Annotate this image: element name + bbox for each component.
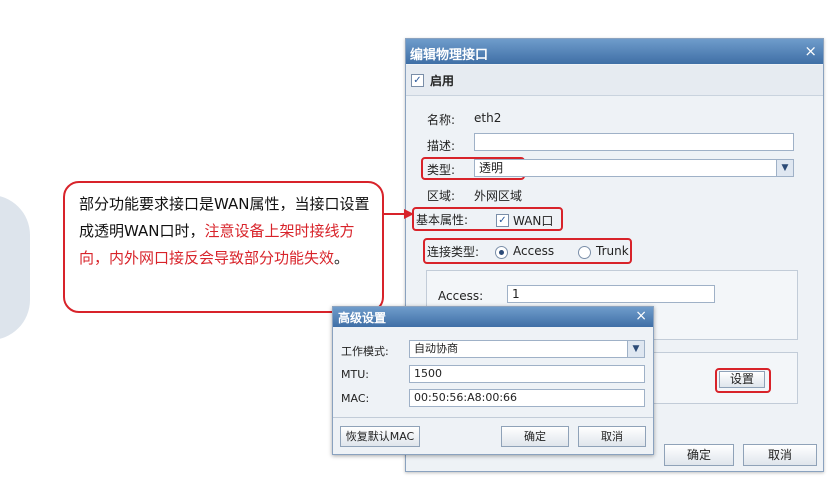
enable-label: 启用	[430, 74, 455, 88]
description-input[interactable]	[474, 133, 794, 151]
type-label: 类型:	[427, 163, 456, 177]
access-vlan-input[interactable]: 1	[507, 285, 715, 303]
close-icon[interactable]: ×	[635, 308, 647, 324]
name-label: 名称:	[427, 113, 456, 127]
basic-attr-label: 基本属性:	[416, 213, 469, 227]
access-radio[interactable]	[495, 246, 508, 259]
mac-label: MAC:	[341, 392, 370, 405]
callout-arrow	[384, 209, 414, 219]
background-decoration	[0, 195, 30, 340]
mac-input[interactable]: 00:50:56:A8:00:66	[409, 389, 645, 407]
access-label: Access:	[438, 289, 484, 303]
enable-row: ✓ 启用	[406, 65, 823, 96]
type-select-value: 透明	[479, 161, 504, 175]
wan-checkbox[interactable]: ✓	[496, 214, 509, 227]
description-label: 描述:	[427, 139, 456, 153]
callout-text: 部分功能要求接口是WAN属性，当接口设置成透明WAN口时，注意设备上架时接线方向…	[79, 191, 379, 272]
work-mode-select[interactable]: 自动协商 ▼	[409, 340, 645, 358]
conn-type-label: 连接类型:	[427, 245, 480, 259]
chevron-down-icon[interactable]: ▼	[627, 341, 644, 357]
dialog-title: 编辑物理接口	[410, 48, 489, 63]
chevron-down-icon[interactable]: ▼	[776, 160, 793, 176]
advanced-settings-dialog: 高级设置 × 工作模式: 自动协商 ▼ MTU: 1500 MAC: 00:50…	[332, 306, 654, 455]
zone-label: 区域:	[427, 189, 456, 203]
advanced-ok-button[interactable]: 确定	[501, 426, 569, 447]
zone-value: 外网区域	[474, 189, 523, 203]
ok-button[interactable]: 确定	[664, 444, 734, 466]
divider	[333, 417, 653, 418]
advanced-dialog-title: 高级设置	[338, 311, 387, 325]
annotation-callout: 部分功能要求接口是WAN属性，当接口设置成透明WAN口时，注意设备上架时接线方向…	[63, 181, 384, 313]
callout-text-end: 。	[334, 249, 350, 267]
close-icon[interactable]: ×	[804, 42, 817, 60]
dialog-title-bar[interactable]: 编辑物理接口 ×	[406, 39, 823, 64]
enable-checkbox[interactable]: ✓	[411, 74, 424, 87]
type-select[interactable]: 透明 ▼	[474, 159, 794, 177]
mtu-input[interactable]: 1500	[409, 365, 645, 383]
advanced-cancel-button[interactable]: 取消	[578, 426, 646, 447]
cancel-button[interactable]: 取消	[743, 444, 817, 466]
advanced-dialog-title-bar[interactable]: 高级设置 ×	[333, 307, 653, 327]
radio-selected-dot	[499, 250, 504, 255]
settings-button[interactable]: 设置	[719, 371, 765, 388]
trunk-radio[interactable]	[578, 246, 591, 259]
name-value: eth2	[474, 111, 502, 125]
trunk-radio-label: Trunk	[596, 244, 629, 258]
mtu-label: MTU:	[341, 368, 369, 381]
work-mode-label: 工作模式:	[341, 345, 389, 358]
work-mode-value: 自动协商	[414, 342, 458, 355]
access-radio-label: Access	[513, 244, 555, 258]
restore-default-mac-button[interactable]: 恢复默认MAC	[340, 426, 420, 447]
wan-label: WAN口	[513, 214, 554, 228]
callout-arrow-head	[404, 209, 414, 219]
